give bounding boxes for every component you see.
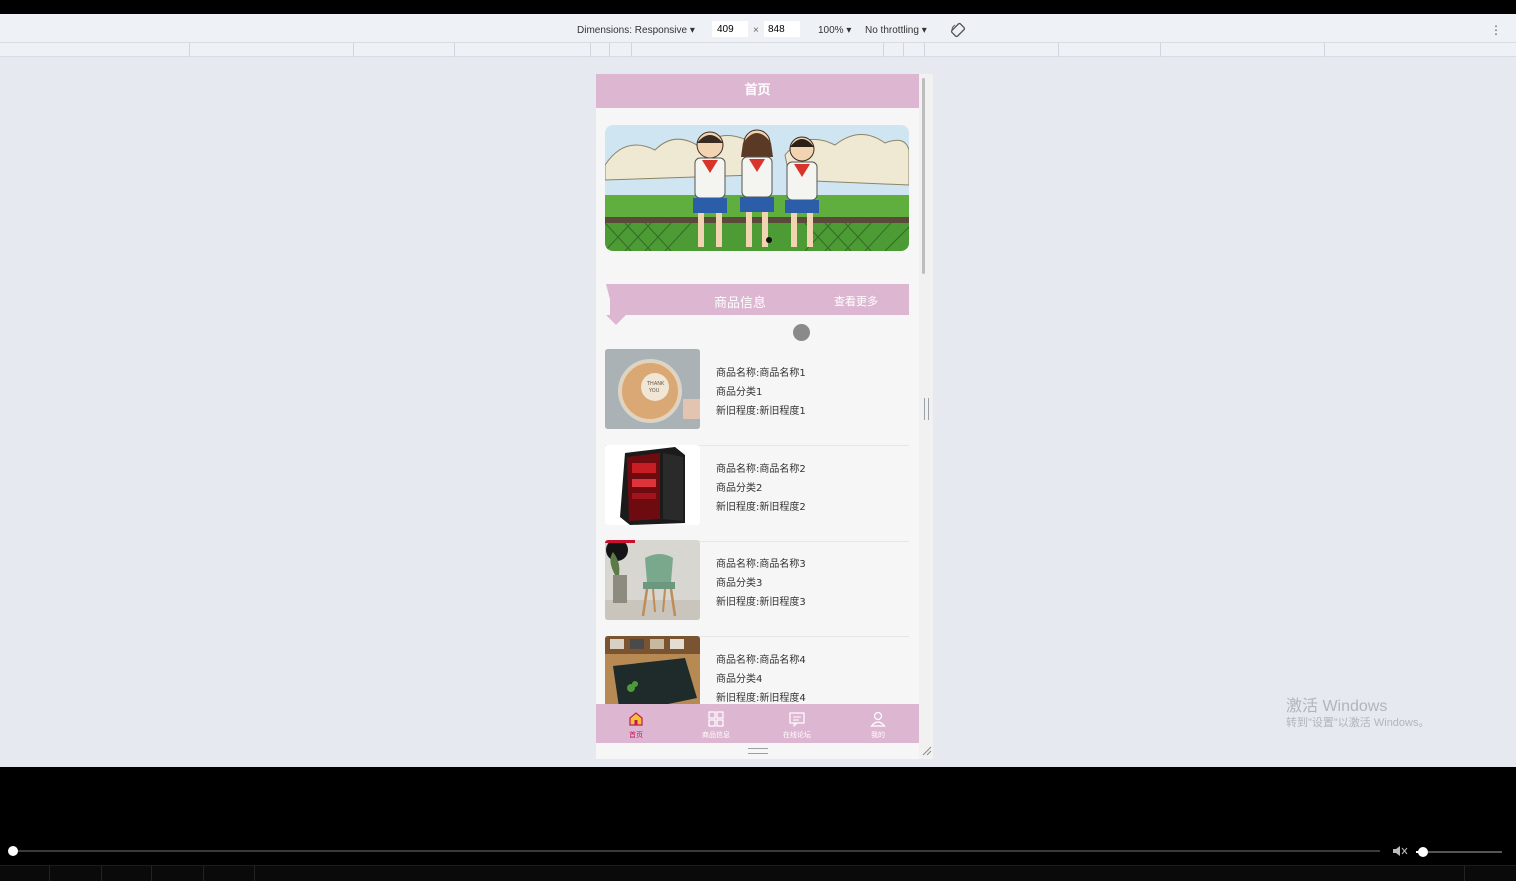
svg-text:THANK: THANK (646, 381, 665, 387)
product-category: 商品分类2 (716, 483, 763, 494)
forum-icon (789, 712, 805, 728)
bottom-tab-bar: 首页 商品信息 在线论坛 我的 (596, 704, 919, 743)
volume-slider[interactable] (1416, 851, 1502, 853)
banner-image[interactable] (605, 125, 909, 251)
product-name: 商品名称:商品名称2 (716, 464, 806, 475)
media-query-ruler (0, 42, 1516, 57)
product-condition: 新旧程度:新旧程度2 (716, 502, 806, 513)
grid-icon (708, 711, 724, 727)
taskbar (0, 865, 1516, 881)
tab-label: 商品信息 (702, 731, 730, 739)
resize-handle-right[interactable] (924, 398, 929, 420)
height-input[interactable] (764, 21, 800, 37)
zoom-dropdown[interactable]: 100% ▾ (818, 25, 851, 36)
windows-watermark-title: 激活 Windows (1286, 698, 1388, 715)
user-icon (870, 711, 886, 727)
seek-knob[interactable] (8, 846, 18, 856)
volume-knob[interactable] (1418, 847, 1428, 857)
carousel-indicator[interactable] (766, 237, 772, 243)
volume-icon[interactable] (1392, 845, 1408, 857)
product-category: 商品分类3 (716, 578, 763, 589)
windows-watermark-subtitle: 转到"设置"以激活 Windows。 (1286, 717, 1430, 729)
section-ribbon-tail (606, 315, 626, 325)
resize-handle-bottom[interactable] (748, 748, 768, 754)
list-item[interactable]: THANK YOU 商品名称:商品名称1 商品分类1 新旧程度:新旧程度1 (605, 349, 909, 446)
product-condition: 新旧程度:新旧程度1 (716, 406, 806, 417)
video-player-bar (0, 767, 1516, 880)
tab-label: 在线论坛 (783, 731, 811, 739)
device-toolbar: Dimensions: Responsive ▾ × 100% ▾ No thr… (0, 14, 1516, 42)
svg-text:YOU: YOU (648, 388, 660, 394)
product-category: 商品分类4 (716, 674, 763, 685)
view-more-link[interactable]: 查看更多 (834, 293, 878, 309)
throttling-dropdown[interactable]: No throttling ▾ (865, 25, 927, 36)
resize-corner-icon[interactable] (922, 746, 932, 756)
times-separator: × (753, 25, 759, 36)
product-condition: 新旧程度:新旧程度3 (716, 597, 806, 608)
product-thumbnail (605, 540, 700, 620)
home-icon (629, 712, 643, 726)
dimensions-dropdown[interactable]: Dimensions: Responsive ▾ (577, 25, 695, 36)
page-title: 首页 (596, 74, 919, 108)
tab-products[interactable]: 商品信息 (676, 704, 756, 743)
scrollbar-thumb[interactable] (922, 78, 925, 274)
window-top-bar (0, 0, 1516, 14)
seek-bar[interactable] (13, 850, 1380, 852)
list-item[interactable]: 商品名称:商品名称3 商品分类3 新旧程度:新旧程度3 (605, 540, 909, 637)
product-condition: 新旧程度:新旧程度4 (716, 693, 806, 704)
tab-home[interactable]: 首页 (596, 704, 676, 743)
product-thumbnail: THANK YOU (605, 349, 700, 429)
width-input[interactable] (712, 21, 748, 37)
product-thumbnail (605, 445, 700, 525)
rotate-icon[interactable] (950, 22, 966, 38)
loading-indicator (793, 324, 810, 341)
product-category: 商品分类1 (716, 387, 763, 398)
tab-mine[interactable]: 我的 (838, 704, 918, 743)
section-title: 商品信息 (714, 296, 767, 311)
more-options-icon[interactable]: ⋮ (1490, 23, 1502, 37)
product-name: 商品名称:商品名称4 (716, 655, 806, 666)
product-name: 商品名称:商品名称1 (716, 368, 806, 379)
product-name: 商品名称:商品名称3 (716, 559, 806, 570)
tab-label: 首页 (629, 731, 643, 739)
list-item[interactable]: 商品名称:商品名称2 商品分类2 新旧程度:新旧程度2 (605, 445, 909, 542)
tab-label: 我的 (871, 731, 885, 739)
phone-viewport: 首页 商品信息 查看更多 THANK YOU 商品名称:商品名称1 商品分类1 … (596, 74, 919, 759)
tab-forum[interactable]: 在线论坛 (757, 704, 837, 743)
